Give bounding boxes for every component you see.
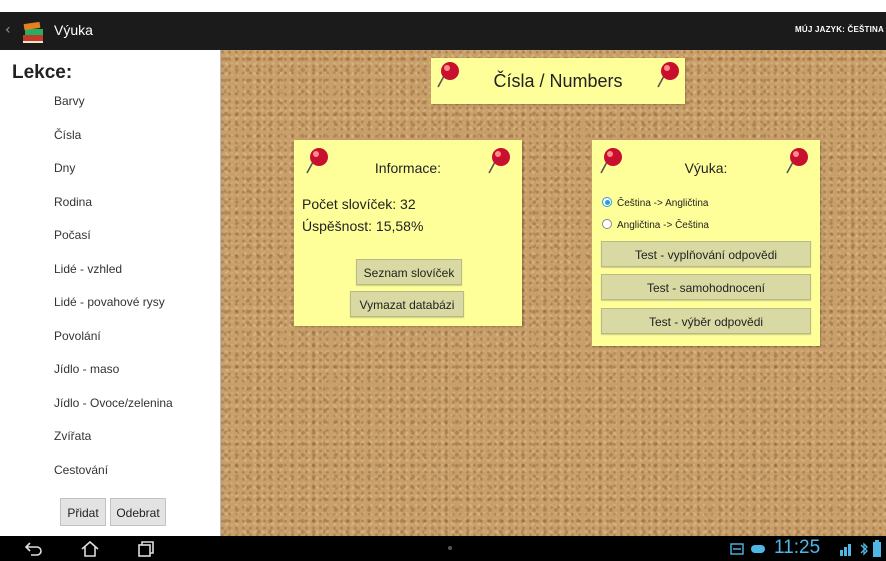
lesson-list: Barvy Čísla Dny Rodina Počasí Lidé - vzh…	[0, 85, 220, 487]
lesson-item[interactable]: Jídlo - Ovoce/zelenina	[0, 387, 220, 421]
delete-database-button[interactable]: Vymazat databázi	[350, 291, 464, 317]
menu-dot-icon[interactable]	[443, 541, 457, 555]
direction-option-cz-en[interactable]: Čeština -> Angličtina	[602, 197, 708, 209]
success-rate: Úspěšnost: 15,58%	[302, 218, 424, 234]
language-selector[interactable]: MÚJ JAZYK: ČEŠTINA	[795, 25, 884, 34]
lesson-item[interactable]: Cestování	[0, 454, 220, 488]
lesson-item[interactable]: Zvířata	[0, 420, 220, 454]
storage-notification-icon	[730, 543, 744, 555]
learning-note: Výuka: Čeština -> Angličtina Angličtina …	[592, 140, 820, 346]
lesson-title-note: Čísla / Numbers	[431, 58, 685, 104]
lesson-item[interactable]: Dny	[0, 152, 220, 186]
test-fill-answer-button[interactable]: Test - vyplňování odpovědi	[601, 241, 811, 267]
gamepad-notification-icon	[751, 545, 765, 553]
radio-unselected-icon[interactable]	[602, 219, 612, 229]
recent-apps-icon[interactable]	[136, 539, 156, 559]
direction-option-en-cz[interactable]: Angličtina -> Čeština	[602, 219, 709, 231]
pushpin-icon	[786, 148, 808, 174]
info-note: Informace: Počet slovíček: 32 Úspěšnost:…	[294, 140, 522, 326]
home-icon[interactable]	[80, 539, 100, 559]
app-title: Výuka	[54, 22, 93, 38]
lesson-item[interactable]: Rodina	[0, 186, 220, 220]
top-edge	[0, 0, 886, 12]
lesson-item[interactable]: Počasí	[0, 219, 220, 253]
test-self-evaluation-button[interactable]: Test - samohodnocení	[601, 274, 811, 300]
clock: 11:25	[774, 537, 821, 558]
signal-icon	[840, 544, 851, 556]
action-bar: ‹ Výuka MÚJ JAZYK: ČEŠTINA	[0, 12, 886, 50]
lesson-item[interactable]: Jídlo - maso	[0, 353, 220, 387]
lesson-item[interactable]: Povolání	[0, 320, 220, 354]
add-lesson-button[interactable]: Přidat	[60, 498, 106, 526]
lesson-item[interactable]: Čísla	[0, 119, 220, 153]
direction-option-label: Angličtina -> Čeština	[617, 220, 709, 231]
back-chevron-icon[interactable]: ‹	[5, 22, 11, 38]
remove-lesson-button[interactable]: Odebrat	[110, 498, 166, 526]
direction-option-label: Čeština -> Angličtina	[617, 198, 709, 209]
lesson-sidebar: Lekce: Barvy Čísla Dny Rodina Počasí Lid…	[0, 50, 221, 536]
back-icon[interactable]	[24, 539, 44, 559]
lesson-item[interactable]: Barvy	[0, 85, 220, 119]
pushpin-icon	[657, 62, 679, 88]
books-icon[interactable]	[20, 17, 46, 45]
lesson-item[interactable]: Lidé - povahové rysy	[0, 286, 220, 320]
cork-board: Čísla / Numbers Informace: Počet slovíče…	[221, 50, 886, 536]
battery-icon	[873, 540, 881, 557]
system-nav-bar: 11:25	[0, 536, 886, 561]
word-list-button[interactable]: Seznam slovíček	[356, 259, 462, 285]
lesson-item[interactable]: Lidé - vzhled	[0, 253, 220, 287]
word-count: Počet slovíček: 32	[302, 196, 416, 212]
bluetooth-icon	[860, 542, 868, 556]
lesson-title: Čísla / Numbers	[493, 71, 623, 91]
radio-selected-icon[interactable]	[602, 197, 612, 207]
lessons-heading: Lekce:	[12, 62, 73, 83]
test-choice-button[interactable]: Test - výběr odpovědi	[601, 308, 811, 334]
pushpin-icon	[488, 148, 510, 174]
